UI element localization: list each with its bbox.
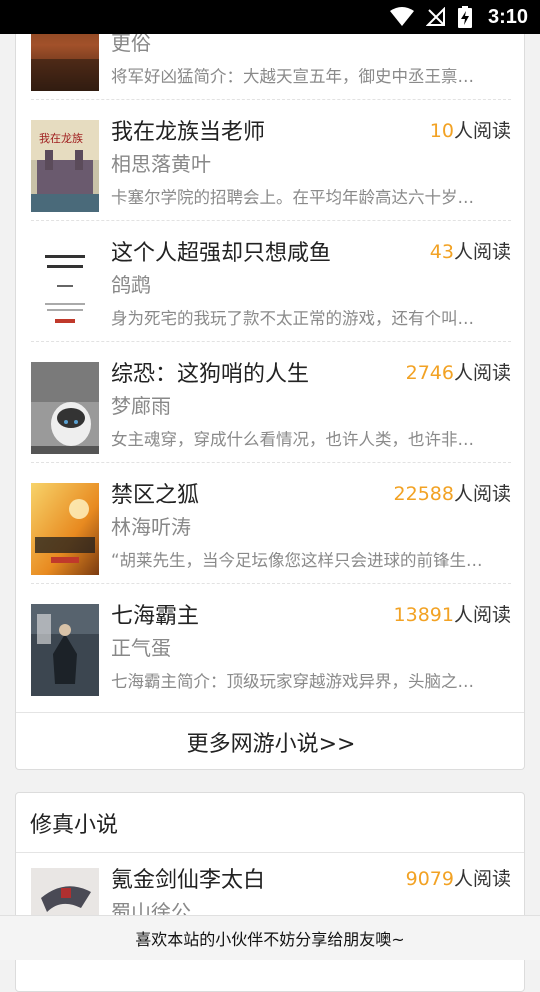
book-item[interactable]: 综恐：这狗哨的人生 2746人阅读 梦廊雨 女主魂穿，穿成什么看情况，也许人类，… (31, 342, 511, 463)
book-description: 将军好凶猛简介：大越天宣五年，御史中丞王禀… (111, 67, 474, 86)
read-count-number: 2746 (405, 362, 454, 384)
book-cover[interactable] (31, 483, 99, 575)
read-count-suffix: 人阅读 (453, 868, 511, 890)
read-count: 43人阅读 (430, 237, 511, 264)
section-title: 修真小说 (30, 813, 119, 838)
book-item[interactable]: 我在龙族 我在龙族当老师 10人阅读 相思落黄叶 卡塞尔学院的招聘会上。在平均年… (31, 100, 511, 221)
book-cover[interactable] (31, 362, 99, 454)
more-online-game-novels-link[interactable]: 更多网游小说>> (16, 712, 524, 769)
book-author: 正气蛋 (111, 636, 171, 660)
status-bar: 3:10 (0, 0, 540, 34)
read-count-suffix: 人阅读 (453, 120, 511, 142)
battery-charging-icon (457, 6, 472, 28)
no-signal-icon (425, 7, 446, 27)
book-author: 林海听涛 (111, 515, 191, 539)
book-title[interactable]: 综恐：这狗哨的人生 (111, 356, 309, 388)
book-description: 女主魂穿，穿成什么看情况，也许人类，也许非… (111, 430, 474, 449)
book-description: “胡莱先生，当今足坛像您这样只会进球的前锋生… (111, 551, 483, 570)
book-item[interactable]: 七海霸主 13891人阅读 正气蛋 七海霸主简介：顶级玩家穿越游戏异界，头脑之… (31, 584, 511, 705)
read-count-suffix: 人阅读 (453, 241, 511, 263)
read-count-suffix: 人阅读 (453, 483, 511, 505)
book-item[interactable]: 这个人超强却只想咸鱼 43人阅读 鸽鹉 身为死宅的我玩了款不太正常的游戏，还有个… (31, 221, 511, 342)
read-count: 22588人阅读 (394, 479, 511, 506)
read-count-number: 43 (429, 241, 454, 263)
share-prompt-bar[interactable]: 喜欢本站的小伙伴不妨分享给朋友噢~ (0, 915, 540, 960)
book-title[interactable]: 氪金剑仙李太白 (111, 862, 265, 894)
status-time: 3:10 (487, 5, 528, 28)
read-count: 9079人阅读 (406, 864, 511, 891)
read-count: 13891人阅读 (394, 600, 511, 627)
read-count-number: 13891 (393, 604, 454, 626)
book-description: 卡塞尔学院的招聘会上。在平均年龄高达六十岁… (111, 188, 474, 207)
read-count-suffix: 人阅读 (453, 362, 511, 384)
book-description: 身为死宅的我玩了款不太正常的游戏，还有个叫… (111, 309, 474, 328)
book-description: 七海霸主简介：顶级玩家穿越游戏异界，头脑之… (111, 672, 474, 691)
book-title[interactable]: 禁区之狐 (111, 477, 199, 509)
read-count-suffix: 人阅读 (453, 604, 511, 626)
book-author: 相思落黄叶 (111, 152, 211, 176)
wifi-icon (389, 7, 414, 27)
book-cover[interactable] (31, 241, 99, 333)
read-count-number: 9079 (405, 868, 454, 890)
read-count-number: 10 (429, 120, 454, 142)
book-item[interactable]: 禁区之狐 22588人阅读 林海听涛 “胡莱先生，当今足坛像您这样只会进球的前锋… (31, 463, 511, 584)
book-title[interactable]: 我在龙族当老师 (111, 114, 265, 146)
online-game-novel-card: 更俗 将军好凶猛简介：大越天宣五年，御史中丞王禀… 我在龙族 我在龙族当老师 1… (15, 0, 525, 770)
xianxia-novel-card: 修真小说 氪金剑仙李太白 9079人阅读 蜀山徐公 (15, 792, 525, 992)
svg-text:我在龙族: 我在龙族 (39, 131, 83, 145)
book-title[interactable]: 七海霸主 (111, 598, 199, 630)
read-count: 10人阅读 (430, 116, 511, 143)
book-cover[interactable]: 我在龙族 (31, 120, 99, 212)
read-count-number: 22588 (393, 483, 454, 505)
book-author: 梦廊雨 (111, 394, 171, 418)
read-count: 2746人阅读 (406, 358, 511, 385)
page-scroll-area[interactable]: 更俗 将军好凶猛简介：大越天宣五年，御史中丞王禀… 我在龙族 我在龙族当老师 1… (0, 0, 540, 992)
book-cover[interactable] (31, 604, 99, 696)
book-title[interactable]: 这个人超强却只想咸鱼 (111, 235, 331, 267)
book-author: 鸽鹉 (111, 273, 151, 297)
